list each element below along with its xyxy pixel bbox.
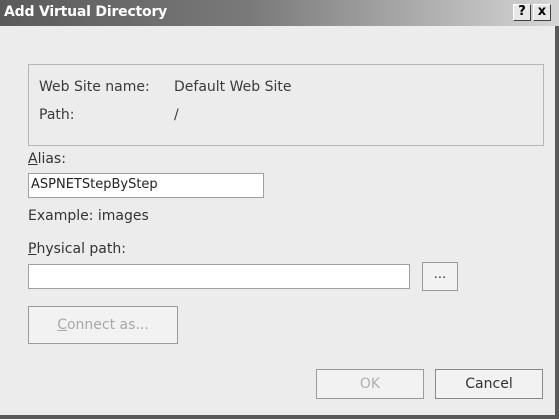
web-site-name-value: Default Web Site (174, 79, 292, 95)
help-icon: ? (518, 4, 526, 19)
path-label: Path: (39, 107, 75, 123)
help-button[interactable]: ? (513, 4, 531, 21)
alias-label-accelerator: A (28, 151, 38, 167)
dialog-shadow-bottom (0, 415, 559, 419)
alias-label-text: lias: (37, 151, 66, 167)
title-bar[interactable]: Add Virtual Directory ? x (0, 0, 559, 26)
physical-path-label-text: hysical path: (36, 241, 126, 257)
connect-as-accelerator: C (57, 317, 67, 333)
connect-as-text: onnect as... (66, 317, 149, 333)
site-info-group: Web Site name: Default Web Site Path: / (28, 64, 544, 146)
path-value: / (174, 107, 179, 123)
window-title: Add Virtual Directory (4, 4, 168, 20)
cancel-button[interactable]: Cancel (435, 369, 543, 399)
alias-input[interactable]: ASPNETStepByStep (28, 173, 264, 198)
web-site-name-label: Web Site name: (39, 79, 150, 95)
physical-path-label: Physical path: (28, 241, 126, 257)
connect-as-button[interactable]: Connect as... (28, 306, 178, 344)
alias-example-text: Example: images (28, 208, 149, 224)
add-virtual-directory-dialog: Add Virtual Directory ? x Web Site name:… (0, 0, 559, 419)
dialog-shadow-right (555, 26, 559, 419)
physical-path-input[interactable] (28, 264, 410, 289)
close-button[interactable]: x (533, 4, 551, 21)
close-icon: x (537, 4, 547, 19)
ok-button[interactable]: OK (316, 369, 424, 399)
alias-label: Alias: (28, 151, 66, 167)
browse-button[interactable]: ... (422, 262, 458, 291)
